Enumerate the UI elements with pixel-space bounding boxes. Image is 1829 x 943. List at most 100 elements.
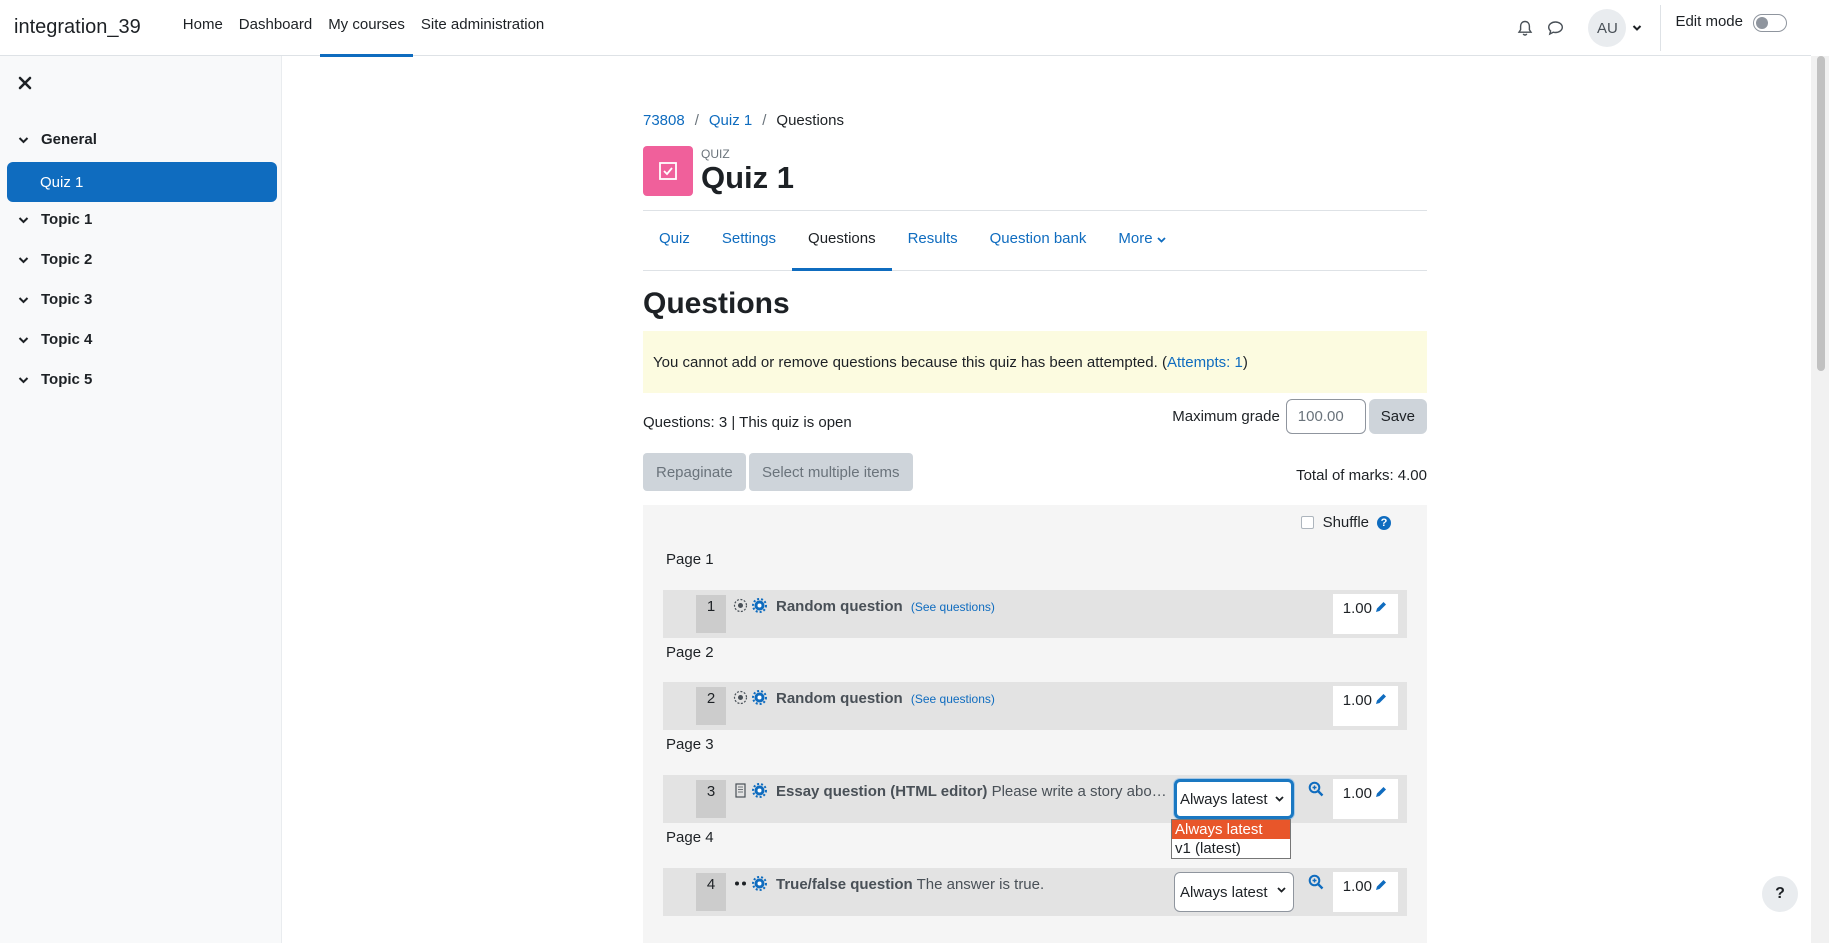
drawer-section-topic-1[interactable]: Topic 1 (18, 211, 92, 228)
quiz-edit-area: Shuffle ? Page 1 1 Random question (See … (643, 505, 1427, 943)
top-navbar: integration_39 Home Dashboard My courses… (0, 0, 1811, 57)
breadcrumb: 73808 / Quiz 1 / Questions (643, 112, 844, 129)
chevron-down-icon (1275, 796, 1284, 802)
edit-mode-toggle[interactable] (1753, 14, 1787, 32)
breadcrumb-quiz[interactable]: Quiz 1 (709, 112, 752, 129)
see-questions-link[interactable]: (See questions) (911, 600, 995, 614)
slot-max-mark: 1.00 (1333, 779, 1398, 819)
section-heading: Questions (643, 287, 790, 320)
notifications-bell-icon[interactable] (1510, 13, 1540, 43)
preview-zoom-icon[interactable] (1308, 781, 1324, 797)
slot-number: 1 (696, 595, 726, 633)
chevron-down-icon[interactable] (18, 376, 29, 384)
pencil-icon[interactable] (1374, 878, 1388, 892)
pencil-icon[interactable] (1374, 692, 1388, 706)
slot-max-mark: 1.00 (1333, 686, 1398, 726)
version-select-value: Always latest (1180, 790, 1268, 808)
attempted-warning-alert: You cannot add or remove questions becau… (643, 331, 1427, 393)
gear-icon[interactable] (752, 876, 767, 891)
page-scrollbar-thumb[interactable] (1817, 56, 1825, 371)
slot-number: 4 (696, 873, 726, 911)
edit-mode-label: Edit mode (1675, 13, 1743, 30)
essay-question-icon (735, 783, 746, 798)
slot-max-mark: 1.00 (1333, 872, 1398, 912)
tab-questions[interactable]: Questions (792, 211, 892, 271)
breadcrumb-course[interactable]: 73808 (643, 112, 685, 129)
page-title: Quiz 1 (701, 160, 795, 195)
shuffle-control: Shuffle ? (1300, 514, 1391, 531)
shuffle-checkbox[interactable] (1300, 516, 1314, 529)
help-button[interactable]: ? (1762, 876, 1798, 912)
nav-site-administration[interactable]: Site administration (413, 0, 552, 56)
chevron-down-icon[interactable] (18, 296, 29, 304)
attempts-link[interactable]: Attempts: 1 (1167, 354, 1243, 371)
tab-results[interactable]: Results (892, 211, 974, 270)
page-label: Page 3 (666, 736, 714, 753)
question-name: Essay question (HTML editor) (776, 783, 988, 800)
slot-icons (733, 783, 767, 798)
drawer-section-topic-3[interactable]: Topic 3 (18, 291, 92, 308)
max-mark-value: 1.00 (1342, 785, 1372, 802)
secondary-navigation: Quiz Settings Questions Results Question… (643, 211, 1427, 271)
chevron-down-icon[interactable] (18, 256, 29, 264)
max-mark-value: 1.00 (1342, 692, 1372, 709)
save-button[interactable]: Save (1368, 399, 1427, 434)
site-brand[interactable]: integration_39 (14, 16, 141, 39)
version-dropdown-list: Always latest v1 (latest) (1171, 819, 1291, 859)
close-drawer-icon[interactable] (16, 74, 34, 92)
drawer-section-topic-5[interactable]: Topic 5 (18, 371, 92, 388)
question-slot: 4 True/false question The answer is true… (663, 868, 1407, 916)
tab-quiz[interactable]: Quiz (643, 211, 706, 270)
gear-icon[interactable] (752, 690, 767, 705)
primary-navigation: Home Dashboard My courses Site administr… (175, 0, 553, 57)
version-option-v1-latest[interactable]: v1 (latest) (1172, 839, 1290, 858)
preview-zoom-icon[interactable] (1308, 874, 1324, 890)
drawer-section-general[interactable]: General (18, 131, 97, 148)
total-marks-text: Total of marks: 4.00 (1296, 467, 1427, 484)
page-label: Page 2 (666, 644, 714, 661)
slot-icons (733, 876, 767, 891)
messages-bubble-icon[interactable] (1540, 13, 1570, 43)
pencil-icon[interactable] (1374, 600, 1388, 614)
nav-home[interactable]: Home (175, 0, 231, 56)
drawer-section-label: Topic 5 (41, 371, 93, 388)
question-slot: 3 Essay question (HTML editor) Please wr… (663, 775, 1407, 823)
chevron-down-icon[interactable] (18, 216, 29, 224)
slot-question-text: True/false question The answer is true. (776, 876, 1170, 893)
user-avatar[interactable]: AU (1588, 9, 1627, 47)
version-select[interactable]: Always latest (1174, 779, 1294, 819)
gear-icon[interactable] (752, 598, 767, 613)
tab-more[interactable]: More (1102, 211, 1181, 270)
shuffle-label: Shuffle (1322, 514, 1369, 531)
slot-question-text: Random question (See questions) (776, 598, 995, 615)
slot-question-text: Random question (See questions) (776, 690, 995, 707)
version-select-value: Always latest (1180, 883, 1268, 901)
repaginate-button[interactable]: Repaginate (643, 453, 746, 491)
chevron-down-icon[interactable] (18, 136, 29, 144)
drawer-section-topic-4[interactable]: Topic 4 (18, 331, 92, 348)
random-question-icon (733, 690, 748, 705)
select-multiple-items-button[interactable]: Select multiple items (749, 453, 913, 491)
version-select[interactable]: Always latest (1174, 872, 1294, 912)
version-option-always-latest[interactable]: Always latest (1172, 820, 1290, 839)
page-label: Page 4 (666, 829, 714, 846)
nav-dashboard[interactable]: Dashboard (231, 0, 320, 56)
maximum-grade-form: Maximum grade Save (1172, 399, 1427, 434)
tab-question-bank[interactable]: Question bank (974, 211, 1103, 270)
pencil-icon[interactable] (1374, 785, 1388, 799)
drawer-section-topic-2[interactable]: Topic 2 (18, 251, 92, 268)
maximum-grade-input[interactable] (1285, 399, 1366, 434)
see-questions-link[interactable]: (See questions) (911, 692, 995, 706)
chevron-down-icon (1157, 237, 1166, 243)
chevron-down-icon[interactable] (1632, 24, 1642, 32)
random-question-icon (733, 598, 748, 613)
chevron-down-icon[interactable] (18, 336, 29, 344)
drawer-section-label: Topic 3 (41, 291, 93, 308)
navbar-right: AU Edit mode (1510, 0, 1811, 56)
help-icon[interactable]: ? (1377, 515, 1391, 530)
edit-mode-switch[interactable]: Edit mode (1675, 5, 1787, 51)
tab-settings[interactable]: Settings (706, 211, 792, 270)
gear-icon[interactable] (752, 783, 767, 798)
nav-my-courses[interactable]: My courses (320, 0, 413, 57)
drawer-item-quiz-1[interactable]: Quiz 1 (7, 162, 277, 202)
